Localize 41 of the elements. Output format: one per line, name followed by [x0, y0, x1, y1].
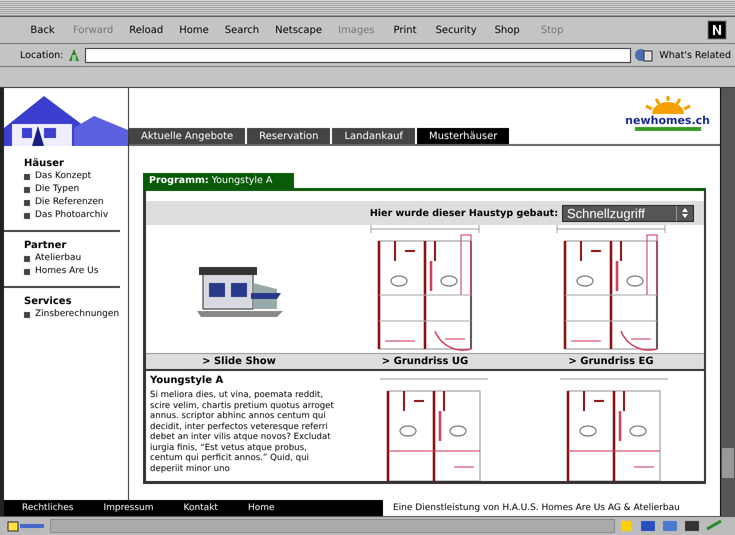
nav-tab[interactable]: Reservation [247, 128, 330, 144]
toolbar-button[interactable]: Back [20, 24, 65, 36]
sidebar-link[interactable]: Das Konzept [24, 170, 120, 183]
gallery-link[interactable]: > Grundriss UG [332, 353, 518, 369]
footer-link[interactable]: Home [248, 503, 275, 513]
sidebar-link[interactable]: Die Typen [24, 183, 120, 196]
nav-tab[interactable]: Musterhäuser [416, 128, 510, 144]
quick-access-dropdown[interactable]: Schnellzugriff [562, 204, 694, 222]
globe-icon[interactable] [634, 47, 654, 63]
dropdown-arrows-icon [681, 207, 689, 219]
footer-link[interactable]: Kontakt [183, 503, 218, 513]
toolbar-button[interactable]: Netscape [267, 24, 330, 36]
toolbar-button[interactable]: Reload [121, 24, 172, 36]
toolbar-button[interactable]: Search [216, 24, 268, 36]
gallery-link[interactable]: > Grundriss EG [518, 353, 704, 369]
netscape-logo-icon [707, 20, 727, 40]
sidebar-link[interactable]: Atelierbau [24, 252, 120, 265]
description-text: Si meliora dies, ut vina, poemata reddit, scire velim, chartis pretium quotus arroget annus. scriptor abhinc annos centum qui decidit, inter perfectos veteresque referri debet an inter vilis atque novos? Excludat iurgia finis, “Est vetus atque probus, centum qui perficit annos.” Quid, qui deperiit minor uno [150, 390, 335, 474]
toolbar-button[interactable]: Security [428, 24, 485, 36]
toolbar-button[interactable]: Print [382, 24, 428, 36]
location-label: Location: [20, 50, 64, 60]
footer-link[interactable]: Rechtliches [22, 503, 74, 513]
nav-tab[interactable]: Landankauf [332, 128, 415, 144]
nav-tab[interactable]: Aktuelle Angebote [129, 128, 246, 144]
sidebar-link[interactable]: Homes Are Us [24, 265, 120, 278]
sidebar-heading: Häuser [24, 158, 65, 169]
sidebar-link[interactable]: Das Photoarchiv [24, 209, 120, 222]
description-title: Youngstyle A [150, 375, 224, 386]
sidebar-heading: Partner [24, 240, 68, 251]
sidebar-heading: Services [24, 296, 73, 307]
sidebar-link[interactable]: Die Referenzen [24, 196, 120, 209]
whats-related-button[interactable]: What's Related [657, 50, 735, 60]
gallery-link[interactable]: > Slide Show [146, 353, 332, 369]
quick-access-label: Hier wurde dieser Haustyp gebaut: [370, 208, 558, 218]
toolbar-button[interactable]: Shop [484, 24, 530, 36]
vertical-scrollbar[interactable] [720, 88, 735, 516]
footer-link[interactable]: Impressum [103, 503, 154, 513]
newhomes-logo[interactable]: newhomes.ch [625, 96, 710, 131]
sidebar-link[interactable]: Zinsberechnungen [24, 308, 120, 321]
location-field[interactable] [85, 48, 632, 62]
toolbar-button[interactable]: Home [171, 24, 217, 36]
